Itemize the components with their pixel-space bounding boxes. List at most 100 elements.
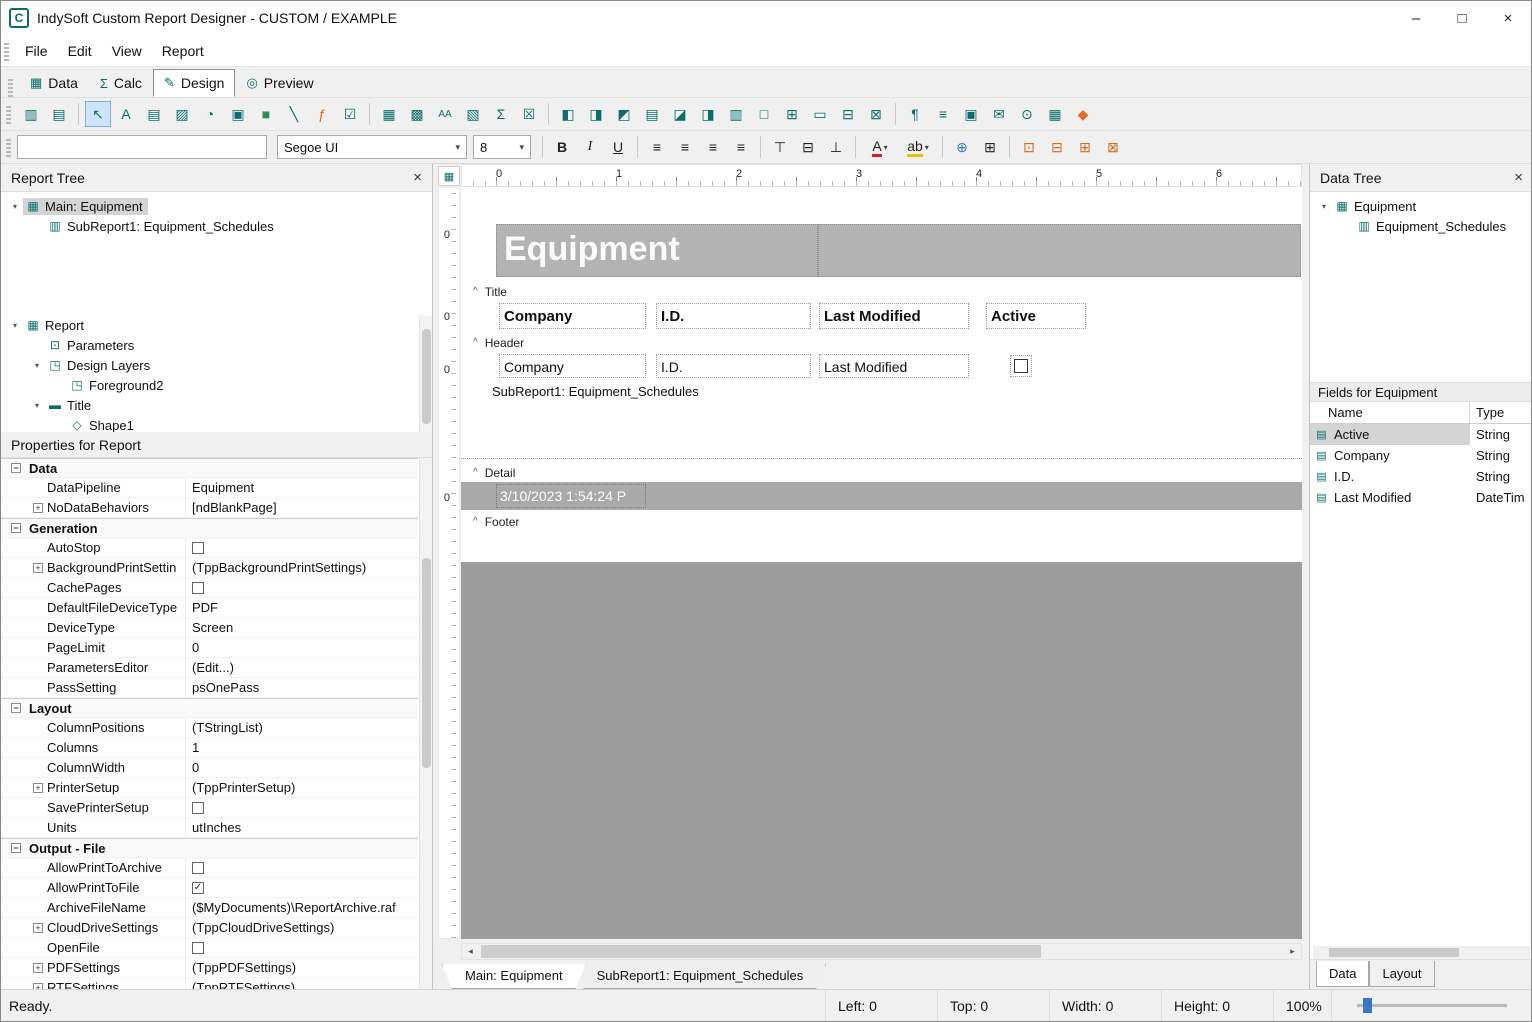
band-summary-icon[interactable]: ▥ [723, 101, 749, 127]
highlight-color-button[interactable]: ab▾ [900, 134, 936, 160]
property-row-printersetup[interactable]: +PrinterSetup(TppPrinterSetup) [1, 778, 418, 798]
band-strip-footer[interactable]: ^ Footer [461, 513, 1302, 530]
richtext-tool-icon[interactable]: ▨ [169, 101, 195, 127]
title-shape-element[interactable] [818, 224, 1301, 277]
minimize-button[interactable]: – [1393, 1, 1439, 35]
property-row-columnpositions[interactable]: ColumnPositions(TStringList) [1, 718, 418, 738]
detail-band[interactable]: SubReport1: Equipment_Schedules Company I… [461, 351, 1302, 464]
detail-field-i-d[interactable]: I.D. [656, 354, 811, 378]
active-checkbox-element[interactable] [1010, 355, 1032, 377]
underline-button[interactable]: U [605, 134, 631, 160]
region-tool-icon[interactable]: ▭ [807, 101, 833, 127]
menu-item-report[interactable]: Report [152, 38, 214, 64]
borders-button[interactable]: ⊞ [977, 134, 1003, 160]
collapse-band-icon[interactable]: ^ [473, 288, 478, 296]
scrollbar-track[interactable] [479, 944, 1284, 959]
property-value[interactable]: Screen [186, 620, 418, 635]
scroll-left-icon[interactable]: ◂ [462, 944, 479, 959]
chevron-down-icon[interactable]: ▾ [29, 401, 45, 410]
property-row-cachepages[interactable]: CachePages [1, 578, 418, 598]
checkbox-icon[interactable] [1014, 359, 1028, 373]
zoom-slider[interactable] [1331, 990, 1531, 1021]
zoom-slider-track[interactable] [1357, 1004, 1507, 1007]
header-band[interactable]: CompanyI.D.Last ModifiedActive [461, 300, 1302, 334]
layers-icon[interactable]: ≡ [930, 101, 956, 127]
pagebreak-tool-icon[interactable]: ⊟ [835, 101, 861, 127]
property-row-nodatabehaviors[interactable]: +NoDataBehaviors[ndBlankPage] [1, 498, 418, 518]
image-tool-icon[interactable]: ▣ [225, 101, 251, 127]
checkbox-tool-icon[interactable]: ☑ [337, 101, 363, 127]
send-to-back-button[interactable]: ⊟ [1044, 134, 1070, 160]
report-outline-report[interactable]: ▾▦Report [1, 315, 418, 335]
font-name-combo[interactable]: Segoe UI ▾ [277, 135, 467, 159]
property-row-rtfsettings[interactable]: +RTFSettings(TppRTFSettings) [1, 978, 418, 989]
property-value[interactable]: (TppPrinterSetup) [186, 780, 418, 795]
view-tab-calc[interactable]: ΣCalc [89, 69, 153, 97]
data-tree-tab-data[interactable]: Data [1316, 961, 1369, 987]
property-section-output-file[interactable]: −Output - File [1, 838, 418, 858]
field-row-last-modified[interactable]: ▤Last ModifiedDateTim [1310, 487, 1532, 508]
property-value[interactable]: ($MyDocuments)\ReportArchive.raf [186, 900, 418, 915]
band-group-footer-icon[interactable]: ◪ [667, 101, 693, 127]
report-tree-toggle-icon[interactable]: ▥ [18, 101, 44, 127]
property-row-datapipeline[interactable]: DataPipelineEquipment [1, 478, 418, 498]
dbcheckbox-tool-icon[interactable]: ☒ [516, 101, 542, 127]
chevron-down-icon[interactable]: ▾ [1316, 202, 1332, 211]
align-justify-button[interactable]: ≡ [728, 134, 754, 160]
band-strip-title[interactable]: ^ Title [461, 283, 1302, 300]
scrollbar-thumb[interactable] [1329, 948, 1459, 957]
property-value[interactable]: utInches [186, 820, 418, 835]
column-header-name[interactable]: Name [1310, 402, 1470, 423]
footer-band[interactable]: 3/10/2023 1:54:24 P [461, 481, 1302, 513]
property-value[interactable]: (TppCloudDriveSettings) [186, 920, 418, 935]
collapse-band-icon[interactable]: ^ [473, 339, 478, 347]
subreport-element[interactable]: SubReport1: Equipment_Schedules [492, 384, 699, 399]
detail-field-company[interactable]: Company [499, 354, 646, 378]
property-row-devicetype[interactable]: DeviceTypeScreen [1, 618, 418, 638]
italic-button[interactable]: I [577, 134, 603, 160]
property-row-allowprinttoarchive[interactable]: AllowPrintToArchive [1, 858, 418, 878]
property-section-data[interactable]: −Data [1, 458, 418, 478]
report-outline-shape1[interactable]: ◇Shape1 [1, 415, 418, 432]
outline-icon[interactable]: ¶ [902, 101, 928, 127]
chevron-down-icon[interactable]: ▾ [7, 321, 23, 330]
variable-tool-icon[interactable]: ƒ [309, 101, 335, 127]
report-outline-parameters[interactable]: ⊡Parameters [1, 335, 418, 355]
grid-options-icon[interactable]: ▦ [1042, 101, 1068, 127]
header-label-company[interactable]: Company [499, 303, 646, 329]
property-row-units[interactable]: UnitsutInches [1, 818, 418, 838]
property-value[interactable]: psOnePass [186, 680, 418, 695]
label-tool-icon[interactable]: A [113, 101, 139, 127]
scrollbar-thumb[interactable] [422, 329, 431, 424]
property-value[interactable] [186, 862, 418, 874]
menu-item-view[interactable]: View [102, 38, 152, 64]
line-tool-icon[interactable]: ╲ [281, 101, 307, 127]
property-value[interactable]: Equipment [186, 480, 418, 495]
expand-icon[interactable]: + [33, 923, 43, 933]
crosstab-tool-icon[interactable]: ⊠ [863, 101, 889, 127]
align-middle-button[interactable]: ⊟ [795, 134, 821, 160]
property-value[interactable] [186, 802, 418, 814]
data-tree-horizontal-scrollbar[interactable] [1313, 946, 1530, 959]
property-value[interactable]: 1 [186, 740, 418, 755]
band-pagestyle-icon[interactable]: □ [751, 101, 777, 127]
dbrichtext-tool-icon[interactable]: AA [432, 101, 458, 127]
checkbox-checked-icon[interactable]: ✓ [192, 882, 204, 894]
systemvariable-tool-icon[interactable]: ◔ [197, 101, 223, 127]
field-row-company[interactable]: ▤CompanyString [1310, 445, 1532, 466]
title-band[interactable]: Equipment [461, 187, 1302, 283]
font-color-button[interactable]: A▾ [862, 134, 898, 160]
canvas-horizontal-scrollbar[interactable]: ◂ ▸ [461, 943, 1302, 960]
property-value[interactable]: (TppBackgroundPrintSettings) [186, 560, 418, 575]
band-strip-detail[interactable]: ^ Detail [461, 464, 1302, 481]
collapse-icon[interactable]: − [11, 843, 21, 853]
field-row-i-d[interactable]: ▤I.D.String [1310, 466, 1532, 487]
menu-item-file[interactable]: File [15, 38, 58, 64]
expand-icon[interactable]: + [33, 563, 43, 573]
properties-scrollbar[interactable] [419, 458, 432, 989]
scrollbar-thumb[interactable] [422, 558, 431, 768]
design-page[interactable]: Equipment ^ Title CompanyI.D.Last Modifi… [461, 187, 1302, 939]
property-row-parameterseditor[interactable]: ParametersEditor(Edit...) [1, 658, 418, 678]
ruler-corner-button[interactable]: ▦ [438, 166, 460, 186]
document-tab-main-equipment[interactable]: Main: Equipment [442, 964, 586, 989]
